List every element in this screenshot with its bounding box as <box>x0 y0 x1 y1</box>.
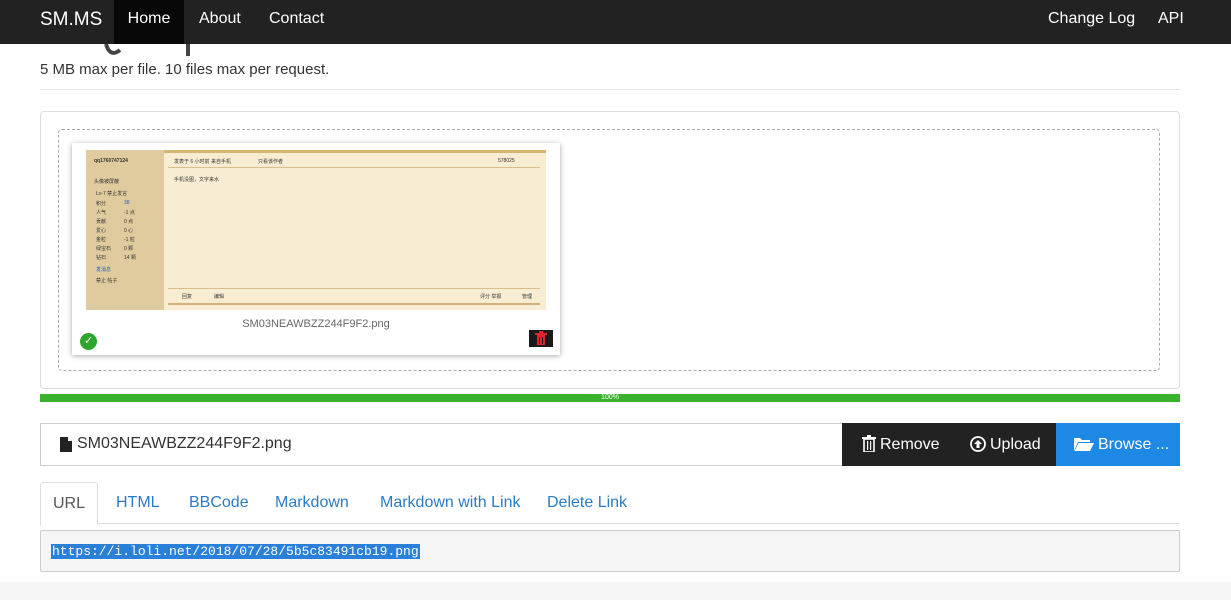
tab-url[interactable]: URL <box>40 482 98 526</box>
thumb-top-border <box>164 150 546 153</box>
thumb-stat-v: -1 粒 <box>124 237 135 243</box>
tab-delete-link[interactable]: Delete Link <box>547 482 627 523</box>
file-icon <box>60 437 72 452</box>
tabs-baseline <box>40 523 1180 524</box>
thumb-actions: 评分 举报 <box>480 294 502 300</box>
divider <box>40 89 1180 90</box>
progress-label: 100% <box>601 394 619 401</box>
thumb-reply: 回复 <box>182 294 193 300</box>
thumb-stat-v: 0 心 <box>124 228 134 234</box>
thumb-stat-k: 绿宝石 <box>96 246 112 252</box>
nav-about[interactable]: About <box>199 0 241 44</box>
thumb-stat-v: -1 点 <box>124 210 135 216</box>
nav-home[interactable]: Home <box>114 0 184 44</box>
thumb-divider <box>168 167 540 168</box>
upload-label: Upload <box>990 436 1041 453</box>
thumb-edit: 编辑 <box>214 294 225 300</box>
upload-progress-bar: 100% <box>40 394 1180 402</box>
footer-band <box>0 582 1231 600</box>
upload-circle-icon <box>970 436 986 452</box>
thumb-stat-k: 爱心 <box>96 228 107 234</box>
result-url[interactable]: https://i.loli.net/2018/07/28/5b5c83491c… <box>51 544 420 559</box>
thumb-divider <box>168 303 540 305</box>
remove-label: Remove <box>880 436 940 453</box>
thumb-stat-v: 38 <box>124 200 130 206</box>
trash-icon <box>862 435 876 452</box>
trash-icon <box>535 331 547 345</box>
thumb-send-msg: 发消息 <box>96 267 112 273</box>
brand-logo[interactable]: SM.MS <box>40 0 102 44</box>
tab-bbcode[interactable]: BBCode <box>189 482 249 523</box>
thumbnail-image: qq1760747124 头像被屏蔽 Lv-7 禁止发言 积分 38 人气 -1… <box>86 150 546 310</box>
thumb-stat-v: 0 颗 <box>124 246 134 252</box>
thumb-side-title: 头像被屏蔽 <box>94 179 120 185</box>
browse-button[interactable]: Browse ... <box>1056 423 1180 466</box>
thumb-ban: 禁止 帖子 <box>96 278 118 284</box>
file-preview-card: qq1760747124 头像被屏蔽 Lv-7 禁止发言 积分 38 人气 -1… <box>72 143 560 355</box>
nav-change-log[interactable]: Change Log <box>1048 0 1135 44</box>
tab-markdown-with-link[interactable]: Markdown with Link <box>380 482 521 523</box>
thumb-side-rank: Lv-7 禁止发言 <box>96 191 128 197</box>
thumb-stat-k: 积分 <box>96 201 107 207</box>
thumb-post-meta: 发表于 6 小时前 来自手机 <box>174 159 231 165</box>
tab-markdown[interactable]: Markdown <box>275 482 349 523</box>
upload-button[interactable]: Upload <box>954 423 1056 466</box>
thumb-only-author: 只看该作者 <box>258 159 284 165</box>
nav-api[interactable]: API <box>1158 0 1184 44</box>
tab-html[interactable]: HTML <box>116 482 160 523</box>
thumb-divider <box>168 288 540 289</box>
preview-filename: SM03NEAWBZZ244F9F2.png <box>242 318 390 330</box>
thumb-post-id: 578025 <box>498 158 515 164</box>
page-subtitle: 5 MB max per file. 10 files max per requ… <box>40 61 330 78</box>
thumb-body: 手机没图，文字来水 <box>174 177 220 183</box>
thumb-stat-k: 人气 <box>96 210 107 216</box>
delete-file-button[interactable] <box>529 330 553 347</box>
selected-file-field[interactable]: SM03NEAWBZZ244F9F2.png <box>40 423 842 466</box>
thumb-stat-k: 金粒 <box>96 237 107 243</box>
nav-contact[interactable]: Contact <box>269 0 324 44</box>
result-url-box[interactable]: https://i.loli.net/2018/07/28/5b5c83491c… <box>40 530 1180 572</box>
thumb-stat-v: 0 点 <box>124 219 134 225</box>
thumb-manage: 管理 <box>522 294 533 300</box>
thumb-stat-k: 贡献 <box>96 219 107 225</box>
navbar: SM.MS Home About Contact Change Log API <box>0 0 1231 44</box>
folder-open-icon <box>1074 438 1094 451</box>
check-circle-icon: ✓ <box>80 333 97 350</box>
browse-label: Browse ... <box>1098 436 1170 453</box>
selected-file-name: SM03NEAWBZZ244F9F2.png <box>77 435 292 452</box>
remove-button[interactable]: Remove <box>842 423 954 466</box>
thumb-sidebar: qq1760747124 头像被屏蔽 Lv-7 禁止发言 积分 38 人气 -1… <box>86 150 164 310</box>
thumb-stat-k: 钻石 <box>96 255 107 261</box>
thumb-username: qq1760747124 <box>94 158 128 164</box>
thumb-stat-v: 14 颗 <box>124 255 136 261</box>
